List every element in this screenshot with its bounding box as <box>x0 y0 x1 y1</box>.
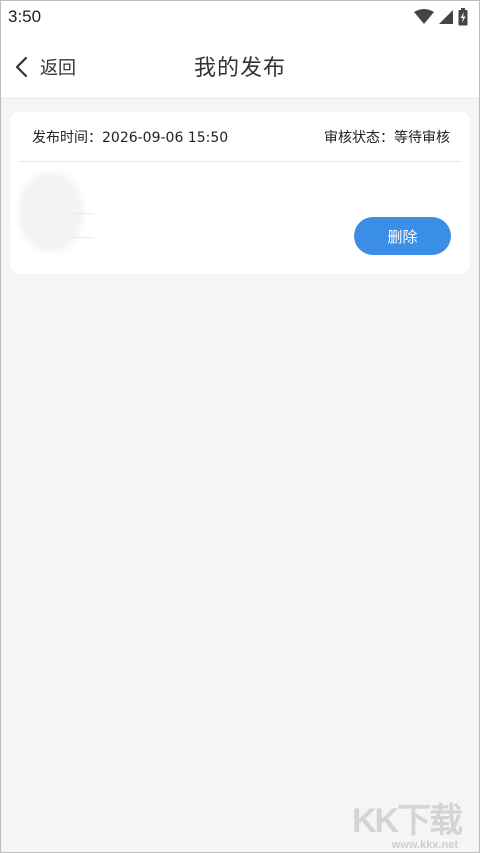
status-icons <box>414 8 468 26</box>
page-title: 我的发布 <box>193 56 286 81</box>
nav-bar: 返回 我的发布 <box>0 34 480 99</box>
signal-icon <box>439 10 453 24</box>
battery-charging-icon <box>458 8 468 26</box>
watermark-url: www.kkx.net <box>391 839 458 851</box>
post-card: 发布时间：2026-09-06 15:50 审核状态：等待审核 删除 <box>10 112 470 274</box>
review-status-label: 审核状态： <box>324 130 394 146</box>
watermark: KK下载 www.kkx.net <box>348 793 478 853</box>
placeholder-line <box>72 237 94 238</box>
watermark-logo: KK下载 <box>352 802 463 840</box>
wifi-icon <box>414 9 434 24</box>
post-thumbnail-placeholder <box>18 172 84 252</box>
status-time: 3:50 <box>8 7 42 26</box>
review-status-value: 等待审核 <box>394 130 450 146</box>
placeholder-line <box>70 213 94 214</box>
delete-button[interactable]: 删除 <box>354 217 451 255</box>
publish-time-label: 发布时间： <box>32 130 102 146</box>
status-bar: 3:50 <box>0 0 480 34</box>
publish-time: 发布时间：2026-09-06 15:50 <box>32 127 228 147</box>
publish-time-value: 2026-09-06 15:50 <box>102 130 229 146</box>
review-status: 审核状态：等待审核 <box>324 127 450 147</box>
post-card-header: 发布时间：2026-09-06 15:50 审核状态：等待审核 <box>18 112 462 162</box>
